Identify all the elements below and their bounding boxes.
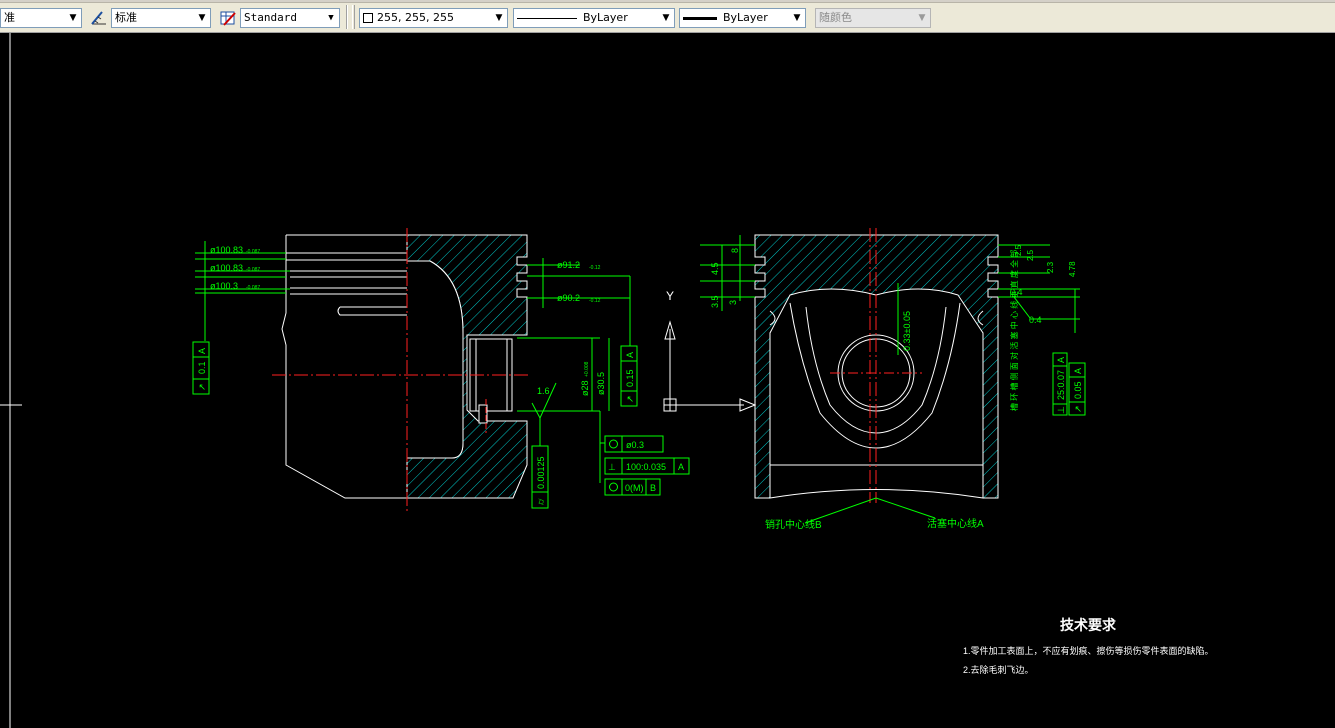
fcf-runout-left-datum: A — [197, 348, 207, 354]
plot-style-combo-value: 随颜色 — [819, 11, 852, 24]
inner-cavity-left — [407, 260, 464, 459]
dim-tol-2: -0.087 — [246, 267, 260, 273]
fcf-perpendicular-value: 100:0.035 — [626, 462, 666, 472]
dim-tol-3: -0.087 — [246, 285, 260, 291]
fcf-perpendicular-datum: A — [678, 462, 684, 472]
position-symbol-icon — [609, 439, 618, 449]
dim-bore-dia: ø28 — [580, 380, 590, 396]
left-outline — [281, 235, 407, 499]
chevron-down-icon[interactable]: ▼ — [68, 9, 78, 27]
dim-3: 3 — [728, 300, 738, 305]
dim-ring-tol-1: -0.12 — [589, 265, 601, 271]
chevron-down-icon[interactable]: ▼ — [494, 9, 504, 27]
fcf-groove-b-value: 0.05 — [1073, 381, 1083, 399]
dim-r3: 2.3 — [1046, 261, 1055, 273]
drawing-canvas[interactable]: ø100.83 ø100.83 ø100.3 -0.087 -0.087 -0.… — [0, 33, 1335, 728]
notes-line-2: 2.去除毛刺飞边。 — [963, 664, 1034, 675]
oil-groove — [337, 306, 407, 316]
dim-dia-1: ø100.83 — [210, 245, 243, 255]
chevron-down-icon[interactable]: ▼ — [792, 9, 802, 27]
layer-combo[interactable]: 准 ▼ — [0, 8, 82, 28]
color-swatch-icon — [363, 13, 373, 23]
linetype-combo-value: ByLayer — [583, 11, 628, 24]
notes-title: 技术要求 — [1060, 617, 1117, 633]
fcf-concentric-datum: B — [650, 483, 656, 493]
dim-style-combo[interactable]: 标准 ▼ — [111, 8, 211, 28]
dim-bore-tol: +0.008 — [584, 361, 590, 377]
chevron-down-icon: ▼ — [918, 13, 926, 23]
toolbar-grip[interactable] — [352, 5, 355, 29]
toolbar-separator — [346, 5, 348, 29]
dim-8: 8 — [730, 248, 740, 253]
color-combo-value: 255, 255, 255 — [377, 11, 454, 24]
plot-style-combo: 随颜色 ▼ — [815, 8, 931, 28]
dim-dia-2: ø100.83 — [210, 263, 243, 273]
dim-center-offset: 0.33±0.05 — [902, 311, 912, 351]
linetype-combo[interactable]: ByLayer ▼ — [513, 8, 675, 28]
fcf-groove-a-value: 25:0.07 — [1056, 370, 1066, 400]
toolbar-top-border — [0, 0, 1335, 3]
dim-r6: 0.4 — [1029, 315, 1042, 325]
fcf-runout-left-value: 0.1 — [197, 361, 207, 374]
left-view: ø100.83 ø100.83 ø100.3 -0.087 -0.087 -0.… — [192, 228, 690, 511]
fcf-runout-right-value: 0.15 — [625, 369, 635, 387]
chevron-down-icon[interactable]: ▼ — [197, 9, 207, 27]
right-view: 8 4.5 3.5 3 0.33±0.05 2.5 2.5 2.3 4.78 0… — [700, 228, 1086, 531]
fcf-flatness-value: 0.00125 — [536, 456, 546, 489]
properties-toolbar: 准 ▼ 标准 ▼ Standard ▼ 255, 255, 255 ▼ ByLa… — [0, 0, 1335, 33]
lineweight-sample-icon — [683, 16, 717, 20]
layer-combo-value: 准 — [4, 11, 15, 24]
dim-style-combo-value: 标准 — [115, 11, 137, 24]
perpendicular-symbol-icon: ⊥ — [1056, 406, 1066, 414]
dim-tol-1: -0.087 — [246, 249, 260, 255]
dim-ring-dia-1: ø91.2 — [557, 260, 580, 270]
table-style-combo[interactable]: Standard ▼ — [240, 8, 340, 28]
runout-symbol-icon: ↗ — [625, 395, 635, 403]
perpendicularity-note: 槽 环 槽 侧 面 对 活 塞 中 心 线 垂 直 度 全 部 — [1009, 250, 1019, 411]
dim-bore-dia-2: ø30.5 — [596, 372, 606, 395]
roughness-value: 1.6 — [537, 386, 550, 396]
label-pin-axis: 销孔中心线B — [765, 518, 822, 531]
chevron-down-icon[interactable]: ▼ — [326, 9, 336, 27]
fcf-position-value: ø0.3 — [626, 440, 644, 450]
linetype-sample-icon — [517, 17, 577, 19]
lineweight-combo-value: ByLayer — [723, 11, 768, 24]
runout-symbol-icon: ↗ — [197, 383, 207, 391]
fcf-groove-b-datum: A — [1073, 368, 1083, 374]
perpendicular-symbol-icon: ⊥ — [608, 462, 616, 472]
dimension-style-icon[interactable] — [89, 8, 109, 28]
technical-requirements: 技术要求 1.零件加工表面上，不应有划痕、擦伤等损伤零件表面的缺陷。 2.去除毛… — [963, 617, 1214, 675]
dim-ring-dia-2: ø90.2 — [557, 293, 580, 303]
lineweight-combo[interactable]: ByLayer ▼ — [679, 8, 806, 28]
dim-ring-tol-2: -0.12 — [589, 298, 601, 304]
dim-dia-3: ø100.3 — [210, 281, 238, 291]
runout-symbol-icon: ↗ — [1073, 405, 1083, 413]
fcf-groove-a-datum: A — [1056, 357, 1066, 363]
dim-r2: 2.5 — [1026, 249, 1035, 261]
concentric-symbol-icon — [609, 482, 618, 492]
flatness-symbol-icon: ⌭ — [536, 498, 546, 505]
color-combo[interactable]: 255, 255, 255 ▼ — [359, 8, 508, 28]
notes-line-1: 1.零件加工表面上，不应有划痕、擦伤等损伤零件表面的缺陷。 — [963, 645, 1214, 656]
dim-4-5: 4.5 — [710, 262, 720, 275]
label-piston-axis: 活塞中心线A — [927, 517, 984, 530]
dim-3-5: 3.5 — [710, 295, 720, 308]
fcf-runout-right-datum: A — [625, 352, 635, 358]
drawing-svg: ø100.83 ø100.83 ø100.3 -0.087 -0.087 -0.… — [0, 33, 1214, 728]
dim-r4: 4.78 — [1068, 261, 1077, 277]
table-style-icon[interactable] — [218, 8, 238, 28]
fcf-concentric-value: 0(M) — [625, 483, 644, 493]
table-style-combo-value: Standard — [244, 11, 297, 24]
chevron-down-icon[interactable]: ▼ — [661, 9, 671, 27]
ucs-y-label: Y — [666, 289, 674, 303]
